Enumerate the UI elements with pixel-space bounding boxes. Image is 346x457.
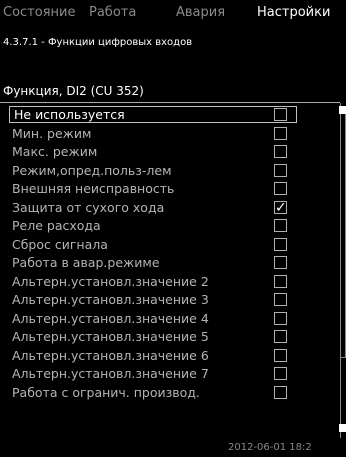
option-label: Не используется (14, 107, 125, 122)
option-label: Макс. режим (12, 144, 98, 159)
option-row[interactable]: Альтерн.установл.значение 4 (0, 310, 340, 329)
option-label: Защита от сухого хода (12, 199, 165, 215)
checkbox[interactable] (274, 219, 287, 232)
option-list: Не используется Мин. режим Макс. режим Режи… (0, 106, 340, 402)
option-row[interactable]: Реле расхода (0, 217, 340, 236)
checkbox[interactable] (274, 348, 287, 362)
option-row[interactable]: Защита от сухого хода ✓ (0, 199, 340, 218)
option-row[interactable]: Альтерн.установл.значение 6 (0, 347, 340, 366)
checkbox[interactable] (274, 108, 287, 121)
checkbox[interactable] (274, 293, 287, 306)
section-title: Функция, DI2 (CU 352) (3, 84, 144, 98)
option-label: Альтерн.установл.значение 6 (12, 347, 209, 363)
checkbox[interactable] (274, 385, 287, 399)
checkbox[interactable] (274, 126, 287, 140)
checkbox[interactable] (274, 145, 287, 158)
option-row[interactable]: Работа с огранич. производ. (0, 384, 340, 403)
option-label: Альтерн.установл.значение 7 (12, 366, 209, 381)
option-label: Работа в авар.режиме (12, 255, 160, 270)
option-row[interactable]: Альтерн.установл.значение 3 (0, 291, 340, 310)
option-row[interactable]: Альтерн.установл.значение 5 (0, 328, 340, 347)
option-label: Реле расхода (12, 218, 101, 233)
checkbox[interactable] (274, 182, 287, 195)
option-row[interactable]: Макс. режим (0, 143, 340, 162)
checkbox[interactable] (274, 256, 287, 269)
checkbox[interactable] (274, 311, 287, 325)
option-row[interactable]: Мин. режим (0, 125, 340, 144)
scroll-down-arrow-icon[interactable] (339, 424, 346, 432)
tab-status[interactable]: Состояние (3, 5, 75, 21)
option-label: Сброс сигнала (12, 236, 108, 252)
option-label: Альтерн.установл.значение 4 (12, 310, 209, 326)
tab-operation[interactable]: Работа (89, 5, 136, 21)
timestamp: 2012-06-01 18:2 (228, 442, 312, 453)
option-row[interactable]: Работа в авар.режиме (0, 254, 340, 273)
option-label: Альтерн.установл.значение 2 (12, 273, 209, 289)
divider (0, 102, 340, 103)
option-label: Альтерн.установл.значение 5 (12, 329, 209, 344)
option-label: Внешняя неисправность (12, 181, 175, 196)
tab-bar: Состояние Работа Авария Настройки (0, 0, 346, 24)
checkbox[interactable] (274, 274, 287, 288)
option-row[interactable]: Не используется (0, 106, 340, 125)
option-label: Режим,опред.польз-лем (12, 162, 172, 178)
option-label: Мин. режим (12, 125, 92, 141)
checkbox[interactable] (274, 367, 287, 380)
scrollbar-thumb[interactable] (340, 108, 346, 358)
option-row[interactable]: Режим,опред.польз-лем (0, 162, 340, 181)
checkbox[interactable] (274, 330, 287, 343)
option-row[interactable]: Альтерн.установл.значение 7 (0, 365, 340, 384)
tab-alarm[interactable]: Авария (176, 5, 225, 21)
option-label: Альтерн.установл.значение 3 (12, 292, 209, 307)
option-row[interactable]: Альтерн.установл.значение 2 (0, 273, 340, 292)
checkbox[interactable] (274, 237, 287, 251)
breadcrumb: 4.3.7.1 - Функции цифровых входов (3, 37, 193, 48)
scroll-up-arrow-icon[interactable] (339, 106, 346, 114)
checkbox[interactable] (274, 163, 287, 177)
checkbox-checked[interactable]: ✓ (274, 200, 287, 215)
option-row[interactable]: Сброс сигнала (0, 236, 340, 255)
option-label: Работа с огранич. производ. (12, 384, 200, 400)
tab-settings[interactable]: Настройки (257, 5, 330, 21)
option-row[interactable]: Внешняя неисправность (0, 180, 340, 199)
